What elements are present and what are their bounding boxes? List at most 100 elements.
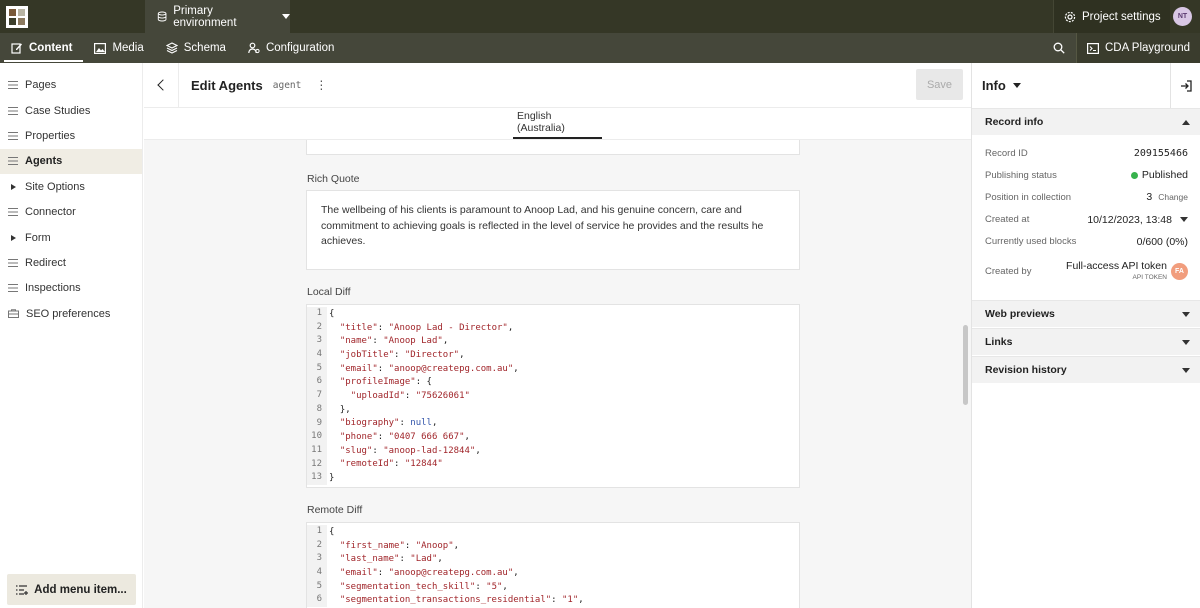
publishing-status-row: Publishing status Published (972, 164, 1200, 186)
code-text: } (329, 473, 335, 484)
code-line: 6 "profileImage": { (307, 375, 799, 390)
tab-locale-en-au[interactable]: English (Australia) (513, 107, 602, 139)
sidebar-item-seo-preferences[interactable]: SEO preferences (0, 301, 142, 326)
add-menu-item-button[interactable]: Add menu item... (7, 574, 136, 605)
code-text: "segmentation_transactions_residential":… (339, 595, 584, 606)
sidebar-item-properties[interactable]: Properties (0, 123, 142, 148)
sidebar-item-connector[interactable]: Connector (0, 199, 142, 224)
code-text: "phone": "0407 666 667", (339, 432, 470, 443)
list-icon (8, 131, 18, 140)
sidebar-item-pages[interactable]: Pages (0, 73, 142, 98)
change-position-link[interactable]: Change (1158, 192, 1188, 202)
cda-playground-button[interactable]: CDA Playground (1075, 33, 1200, 63)
line-number: 4 (307, 348, 327, 362)
info-panel-header[interactable]: Info (972, 63, 1200, 108)
project-settings-button[interactable]: Project settings (1053, 0, 1170, 33)
top-bar: Primary environment Project settings NT (0, 0, 1200, 33)
code-text: "profileImage": { (339, 377, 432, 388)
code-line: 12 "remoteId": "12844" (307, 457, 799, 472)
list-icon (8, 258, 18, 267)
line-number: 5 (307, 361, 327, 376)
blocks-value: 0/600 (0%) (1136, 235, 1188, 248)
code-text: "title": "Anoop Lad - Director", (339, 322, 514, 333)
local-diff-editor[interactable]: 1{2 "title": "Anoop Lad - Director", 3 "n… (306, 304, 800, 488)
revision-history-section-header[interactable]: Revision history (972, 355, 1200, 383)
sidebar-item-case-studies[interactable]: Case Studies (0, 98, 142, 123)
code-line: 1{ (307, 307, 799, 321)
code-line: 4 "jobTitle": "Director", (307, 348, 799, 362)
code-text: "jobTitle": "Director", (339, 349, 465, 360)
sidebar-item-label: Case Studies (25, 104, 91, 117)
chevron-down-icon (1182, 367, 1190, 373)
caret-right-icon (11, 234, 16, 241)
locale-tabs: English (Australia) (144, 108, 971, 140)
sidebar-item-redirect[interactable]: Redirect (0, 250, 142, 275)
chevron-down-icon (282, 14, 290, 19)
user-avatar[interactable]: NT (1173, 7, 1192, 26)
save-button[interactable]: Save (916, 69, 963, 100)
code-line: 9 "biography": null, (307, 416, 799, 431)
tab-schema[interactable]: Schema (155, 33, 237, 63)
sidebar-item-label: SEO preferences (26, 307, 111, 320)
code-line: 10 "phone": "0407 666 667", (307, 430, 799, 444)
created-by-label: Created by (985, 266, 1032, 278)
logo-mark-icon (6, 5, 28, 28)
code-line: 5 "email": "anoop@createpg.com.au", (307, 361, 799, 376)
editor-form[interactable]: Rich Quote The wellbeing of his clients … (144, 140, 971, 608)
line-number: 6 (307, 375, 327, 390)
local-diff-label: Local Diff (307, 286, 351, 298)
sidebar-item-inspections[interactable]: Inspections (0, 276, 142, 301)
rich-quote-label: Rich Quote (307, 173, 360, 185)
code-line: 3 "name": "Anoop Lad", (307, 334, 799, 349)
back-button[interactable] (144, 62, 179, 108)
record-id-row: Record ID 209155466 (972, 142, 1200, 164)
search-button[interactable] (1042, 33, 1076, 63)
record-info-title: Record info (985, 116, 1044, 128)
sidebar-item-label: Redirect (25, 256, 66, 269)
sidebar-item-label: Form (25, 231, 51, 244)
tab-schema-label: Schema (183, 42, 226, 54)
code-line: 4 "email": "anoop@createpg.com.au", (307, 566, 799, 580)
tab-media[interactable]: Media (83, 33, 154, 63)
publishing-status-label: Publishing status (985, 169, 1057, 181)
tab-configuration[interactable]: Configuration (237, 33, 345, 63)
remote-diff-editor[interactable]: 1{2 "first_name": "Anoop", 3 "last_name":… (306, 522, 800, 608)
code-text: }, (329, 404, 351, 415)
sidebar-item-agents[interactable]: Agents (0, 148, 142, 175)
line-number: 1 (307, 525, 327, 539)
scrollbar[interactable] (963, 325, 968, 405)
collapse-panel-button[interactable] (1170, 63, 1200, 108)
code-text: { (329, 308, 335, 319)
creator-avatar: FA (1171, 263, 1188, 281)
web-previews-section-header[interactable]: Web previews (972, 299, 1200, 327)
created-at-row: Created at 10/12/2023, 13:48 (972, 209, 1200, 231)
project-settings-label: Project settings (1082, 10, 1161, 23)
code-text: "segmentation_tech_skill": "5", (339, 581, 508, 592)
created-by-value: Full-access API token (1066, 259, 1167, 272)
tab-configuration-label: Configuration (265, 42, 335, 54)
cda-playground-label: CDA Playground (1104, 42, 1190, 54)
code-line: 6 "segmentation_transactions_residential… (307, 593, 799, 608)
app-logo[interactable] (0, 0, 34, 33)
links-section-header[interactable]: Links (972, 327, 1200, 355)
line-number: 2 (307, 538, 327, 553)
code-text: "name": "Anoop Lad", (339, 336, 449, 347)
line-number: 4 (307, 566, 327, 580)
sidebar-item-site-options[interactable]: Site Options (0, 174, 142, 199)
line-number: 7 (307, 389, 327, 403)
chevron-down-icon (1012, 83, 1021, 88)
record-info-section-header[interactable]: Record info (972, 108, 1200, 135)
sidebar-item-label: Site Options (25, 180, 85, 193)
sidebar-item-form[interactable]: Form (0, 225, 142, 250)
record-id-value: 209155466 (1133, 147, 1188, 159)
environment-switcher[interactable]: Primary environment (145, 0, 290, 33)
chevron-down-icon (1182, 311, 1190, 317)
tab-content[interactable]: Content (0, 33, 84, 63)
blocks-row: Currently used blocks 0/600 (0%) (972, 231, 1200, 253)
terminal-icon (1086, 42, 1099, 54)
more-options-icon[interactable]: ⋮ (315, 78, 327, 92)
rich-quote-field[interactable]: The wellbeing of his clients is paramoun… (306, 190, 800, 270)
code-line: 2 "title": "Anoop Lad - Director", (307, 320, 799, 335)
created-at-dropdown[interactable]: 10/12/2023, 13:48 (1087, 214, 1188, 226)
briefcase-icon (8, 309, 19, 319)
